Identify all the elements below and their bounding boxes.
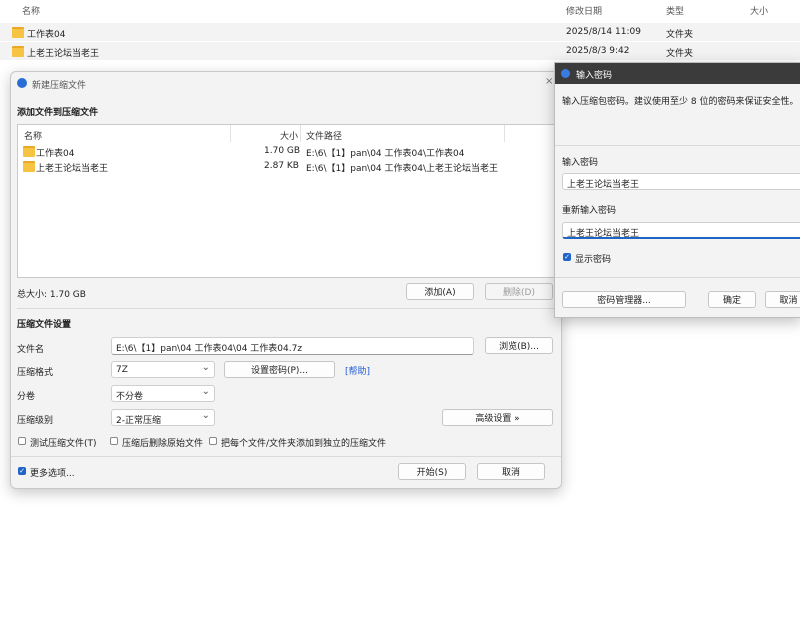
level-select[interactable]: 2-正常压缩: [111, 409, 215, 426]
format-select[interactable]: 7Z: [111, 361, 215, 378]
file-type: 文件夹: [666, 49, 694, 59]
column-size[interactable]: 大小: [750, 4, 768, 17]
set-password-button[interactable]: 设置密码(P)...: [224, 361, 335, 378]
list-item-size: 1.70 GB: [264, 146, 301, 156]
filename-label: 文件名: [17, 345, 45, 355]
file-name: 工作表04: [27, 30, 66, 40]
file-date: 2025/8/3 9:42: [566, 46, 630, 56]
folder-icon: [12, 27, 24, 38]
divider: [555, 277, 800, 278]
password-dialog-titlebar: 输入密码: [555, 63, 800, 84]
filename-input[interactable]: E:\6\【1】pan\04 工作表04\04 工作表04.7z: [111, 337, 474, 355]
advanced-settings-button[interactable]: 高级设置 »: [442, 409, 553, 426]
explorer-row[interactable]: 上老王论坛当老王 2025/8/3 9:42 文件夹: [0, 42, 800, 60]
file-date: 2025/8/14 11:09: [566, 27, 641, 37]
confirm-password-input[interactable]: 上老王论坛当老王: [562, 222, 800, 239]
sort-chevron-icon: ⌃: [284, 0, 292, 6]
password-manager-button[interactable]: 密码管理器...: [562, 291, 686, 308]
password-dialog-title: 输入密码: [576, 71, 613, 81]
volume-select[interactable]: 不分卷: [111, 385, 215, 402]
folder-icon: [23, 146, 35, 157]
app-icon: [17, 78, 27, 88]
list-item-name: 工作表04: [36, 149, 75, 159]
browse-button[interactable]: 浏览(B)...: [485, 337, 553, 354]
app-icon: [561, 69, 570, 78]
folder-icon: [23, 161, 35, 172]
volume-label: 分卷: [17, 392, 36, 402]
column-date[interactable]: 修改日期: [566, 4, 602, 17]
delete-button[interactable]: 删除(D): [485, 283, 553, 300]
new-archive-dialog: 新建压缩文件 × 添加文件到压缩文件 名称 大小 文件路径 工作表04 1.70…: [10, 71, 562, 489]
explorer-row[interactable]: 工作表04 2025/8/14 11:09 文件夹: [0, 23, 800, 41]
section-add-files: 添加文件到压缩文件: [17, 108, 99, 118]
help-link[interactable]: [帮助]: [345, 364, 370, 377]
password-label: 输入密码: [562, 158, 599, 168]
divider: [11, 456, 561, 457]
more-options-checkbox[interactable]: ✓: [18, 467, 26, 475]
file-name: 上老王论坛当老王: [27, 49, 100, 59]
divider: [555, 145, 800, 146]
separate-archive-checkbox[interactable]: [209, 437, 217, 445]
format-label: 压缩格式: [17, 368, 54, 378]
column-type[interactable]: 类型: [666, 4, 684, 17]
password-cancel-button[interactable]: 取消: [765, 291, 800, 308]
column-name[interactable]: 名称: [22, 4, 40, 17]
more-options-label[interactable]: 更多选项...: [30, 466, 75, 479]
file-type: 文件夹: [666, 30, 694, 40]
file-list[interactable]: 名称 大小 文件路径 工作表04 1.70 GB E:\6\【1】pan\04 …: [17, 124, 558, 278]
show-password-label: 显示密码: [575, 255, 612, 265]
start-button[interactable]: 开始(S): [398, 463, 466, 480]
delete-source-checkbox[interactable]: [110, 437, 118, 445]
ok-button[interactable]: 确定: [708, 291, 756, 308]
list-col-path[interactable]: 文件路径: [306, 129, 342, 142]
list-item-path: E:\6\【1】pan\04 工作表04\上老王论坛当老王: [306, 164, 498, 174]
separate-archive-label: 把每个文件/文件夹添加到独立的压缩文件: [221, 439, 387, 449]
list-header: 名称 大小 文件路径: [18, 125, 557, 142]
close-icon[interactable]: ×: [545, 76, 553, 87]
list-item[interactable]: 上老王论坛当老王 2.87 KB E:\6\【1】pan\04 工作表04\上老…: [18, 159, 557, 174]
explorer-header: 名称 ⌃ 修改日期 类型 大小: [0, 0, 800, 20]
delete-source-label: 压缩后删除原始文件: [122, 439, 204, 449]
confirm-password-label: 重新输入密码: [562, 206, 617, 216]
list-item[interactable]: 工作表04 1.70 GB E:\6\【1】pan\04 工作表04\工作表04: [18, 144, 557, 159]
password-description: 输入压缩包密码。建议使用至少 8 位的密码来保证安全性。: [562, 97, 798, 107]
password-input[interactable]: 上老王论坛当老王: [562, 173, 800, 190]
dialog-title: 新建压缩文件: [32, 81, 87, 91]
list-item-path: E:\6\【1】pan\04 工作表04\工作表04: [306, 149, 465, 159]
section-archive-settings: 压缩文件设置: [17, 320, 72, 330]
list-item-size: 2.87 KB: [264, 161, 299, 171]
list-col-size[interactable]: 大小: [280, 129, 298, 142]
total-size: 总大小: 1.70 GB: [17, 290, 86, 300]
level-label: 压缩级别: [17, 416, 54, 426]
cancel-button[interactable]: 取消: [477, 463, 545, 480]
test-archive-checkbox[interactable]: [18, 437, 26, 445]
password-dialog: 输入密码 输入压缩包密码。建议使用至少 8 位的密码来保证安全性。 输入密码 上…: [554, 62, 800, 318]
list-item-name: 上老王论坛当老王: [36, 164, 109, 174]
add-button[interactable]: 添加(A): [406, 283, 474, 300]
test-archive-label: 测试压缩文件(T): [30, 439, 97, 449]
folder-icon: [12, 46, 24, 57]
divider: [17, 308, 556, 309]
list-col-name[interactable]: 名称: [24, 129, 42, 142]
show-password-checkbox[interactable]: ✓: [563, 253, 571, 261]
